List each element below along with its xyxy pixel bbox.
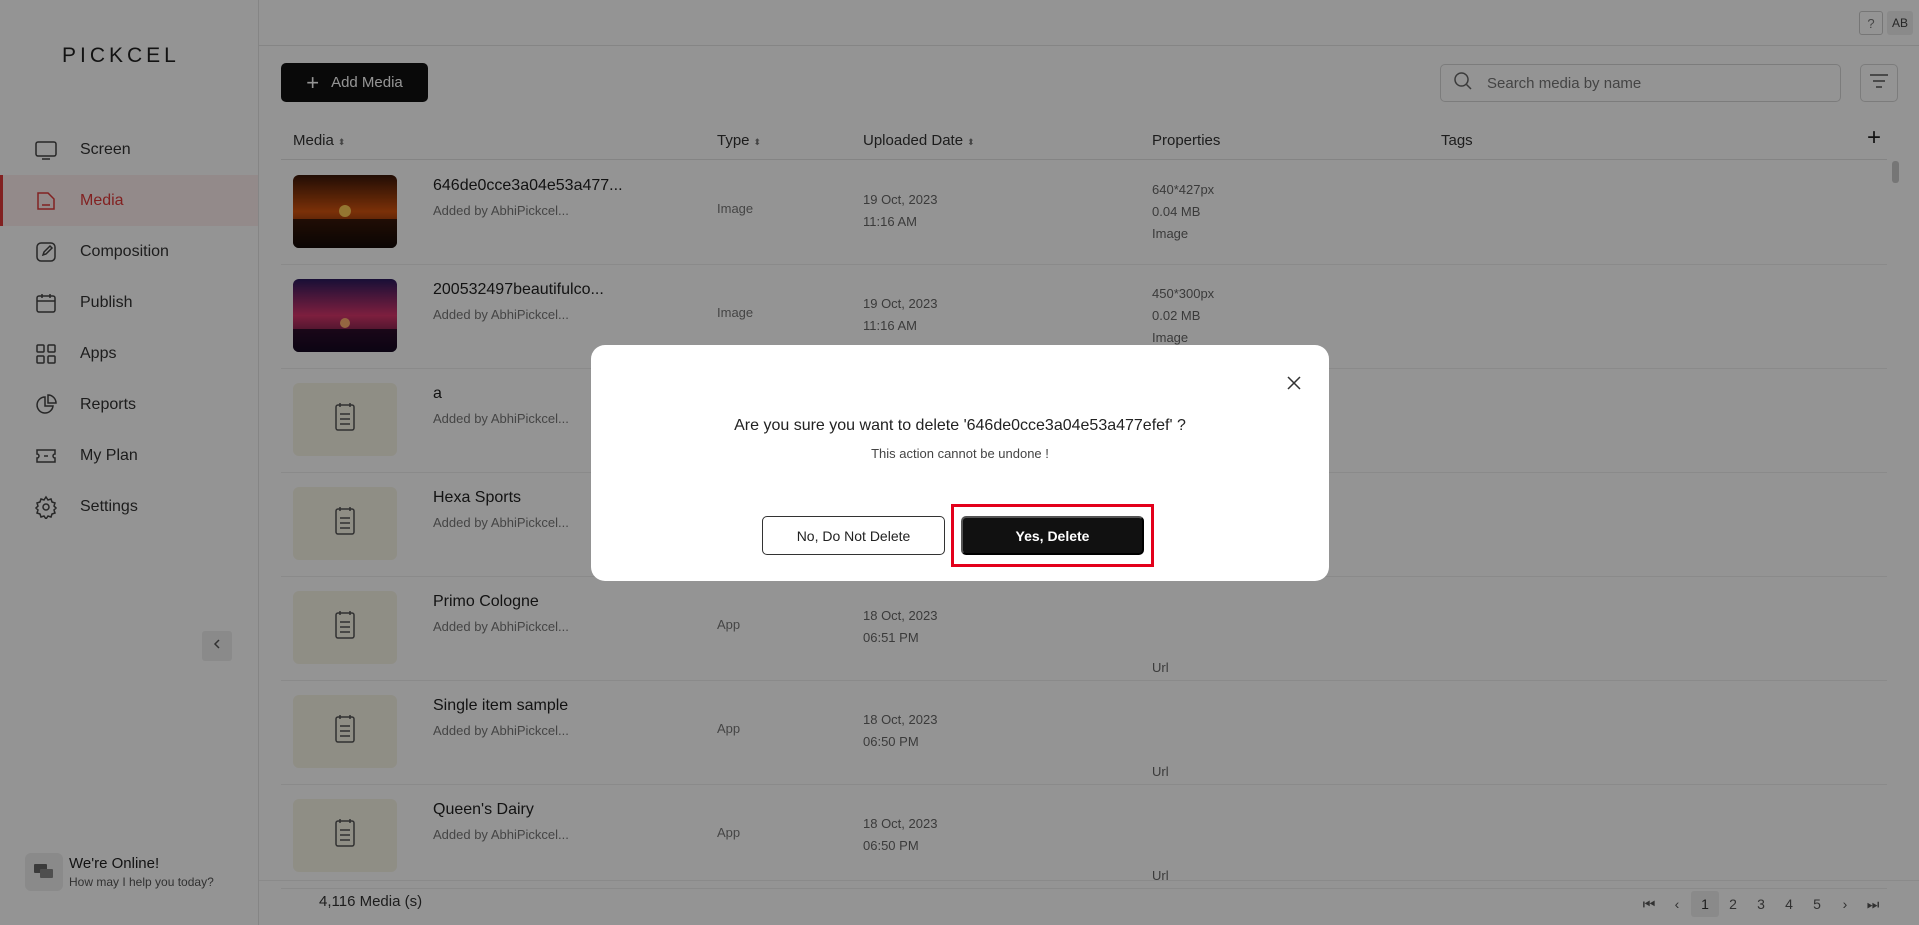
modal-overlay[interactable]: Are you sure you want to delete '646de0c… [0,0,1919,925]
app-root: PICKCEL Screen Media Composition Publish… [0,0,1919,925]
confirm-delete-button[interactable]: Yes, Delete [961,516,1144,555]
cancel-button[interactable]: No, Do Not Delete [762,516,945,555]
dialog-warning: This action cannot be undone ! [871,446,1049,461]
dialog-question: Are you sure you want to delete '646de0c… [734,417,1186,434]
close-icon[interactable] [1284,373,1304,393]
delete-confirm-dialog: Are you sure you want to delete '646de0c… [591,345,1329,581]
